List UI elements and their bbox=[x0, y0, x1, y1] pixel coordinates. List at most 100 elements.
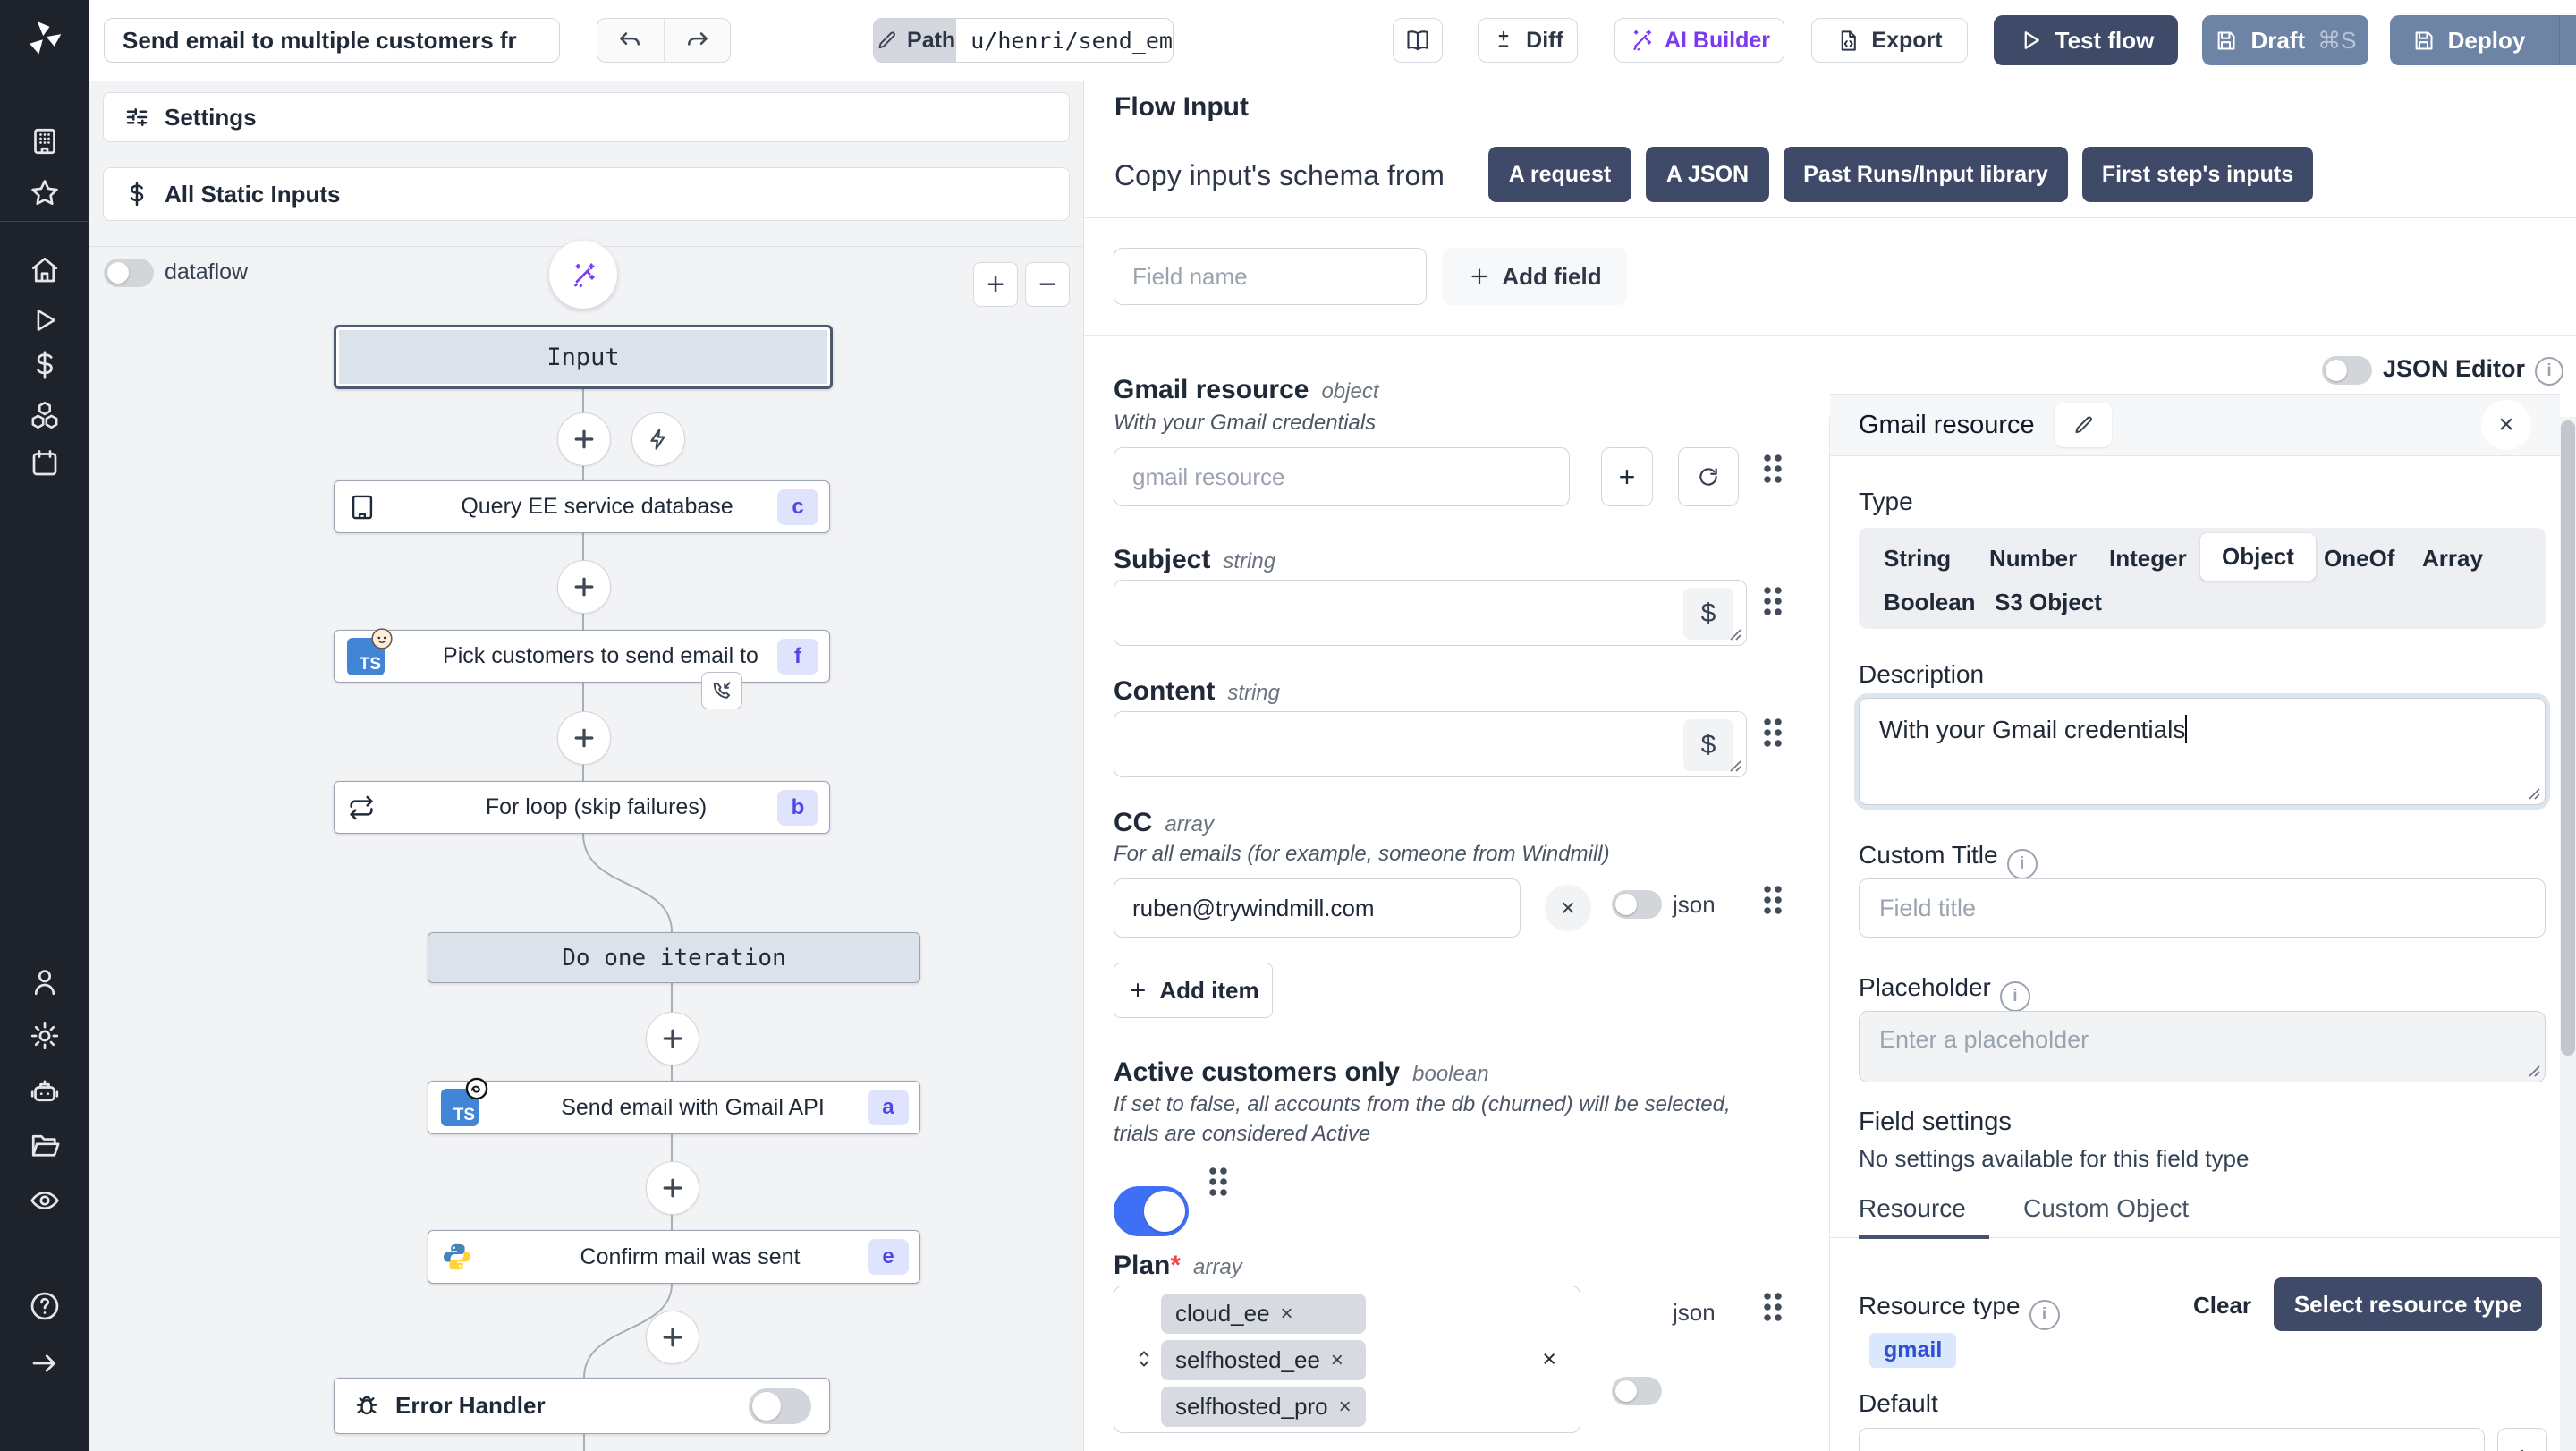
copy-from-request-button[interactable]: A request bbox=[1488, 147, 1631, 202]
audit-eye-icon[interactable] bbox=[27, 1183, 63, 1218]
test-flow-button[interactable]: Test flow bbox=[1994, 15, 2178, 65]
content-textarea[interactable]: $ bbox=[1114, 711, 1747, 777]
remove-tag-icon[interactable]: × bbox=[1339, 1395, 1352, 1420]
active-customers-toggle[interactable] bbox=[1114, 1186, 1189, 1236]
add-trigger-button[interactable] bbox=[631, 412, 685, 466]
resource-type-badge[interactable]: gmail bbox=[1869, 1333, 1956, 1368]
deploy-button[interactable]: Deploy bbox=[2390, 15, 2546, 65]
info-icon[interactable]: i bbox=[2535, 357, 2563, 386]
flow-node-query[interactable]: Query EE service database c bbox=[334, 480, 830, 533]
runs-icon[interactable] bbox=[27, 302, 63, 338]
resources-icon[interactable] bbox=[27, 397, 63, 433]
info-icon[interactable]: i bbox=[2029, 1300, 2060, 1330]
edit-title-button[interactable] bbox=[2055, 403, 2112, 447]
drag-handle[interactable] bbox=[1762, 1291, 1784, 1323]
schedules-calendar-icon[interactable] bbox=[27, 445, 63, 481]
clear-all-tags-button[interactable]: × bbox=[1542, 1345, 1556, 1373]
drag-handle[interactable] bbox=[1762, 453, 1784, 485]
remove-tag-icon[interactable]: × bbox=[1331, 1348, 1343, 1373]
flow-node-send-email[interactable]: TS Send email with Gmail API a bbox=[428, 1081, 920, 1134]
field-name-input[interactable]: Field name bbox=[1114, 248, 1427, 305]
flow-node-input[interactable]: Input bbox=[334, 325, 833, 389]
resize-handle[interactable] bbox=[2527, 1064, 2541, 1078]
undo-button[interactable] bbox=[597, 19, 665, 62]
plan-tag[interactable]: selfhosted_ee× bbox=[1161, 1340, 1366, 1380]
plan-tag[interactable]: cloud_ee× bbox=[1161, 1294, 1366, 1334]
type-option-string[interactable]: String bbox=[1884, 545, 1951, 573]
resize-handle[interactable] bbox=[1728, 759, 1742, 773]
export-button[interactable]: Export bbox=[1811, 18, 1968, 63]
folders-icon[interactable] bbox=[27, 1127, 63, 1163]
flow-node-pick-customers[interactable]: TS Pick customers to send email to f bbox=[334, 630, 830, 683]
tab-resource[interactable]: Resource bbox=[1859, 1194, 1966, 1223]
flow-node-iteration[interactable]: Do one iteration bbox=[428, 932, 920, 983]
remove-cc-item-button[interactable]: × bbox=[1545, 885, 1591, 931]
flow-node-confirm[interactable]: Confirm mail was sent e bbox=[428, 1230, 920, 1284]
resize-handle[interactable] bbox=[1728, 627, 1742, 641]
cc-item-input[interactable]: ruben@trywindmill.com bbox=[1114, 878, 1521, 938]
home-icon[interactable] bbox=[27, 252, 63, 288]
path-input[interactable]: u/henri/send_em bbox=[956, 19, 1173, 62]
info-icon[interactable]: i bbox=[2000, 981, 2030, 1012]
insert-variable-button[interactable]: $ bbox=[1683, 719, 1733, 771]
sort-handle[interactable] bbox=[1132, 1292, 1163, 1426]
add-item-button[interactable]: Add item bbox=[1114, 963, 1273, 1018]
phone-incoming-icon[interactable] bbox=[701, 672, 742, 709]
refresh-resource-button[interactable] bbox=[1678, 447, 1739, 506]
clear-resource-button[interactable]: Clear bbox=[2193, 1292, 2251, 1319]
add-step-button[interactable] bbox=[557, 711, 611, 765]
path-edit-button[interactable]: Path bbox=[874, 19, 956, 62]
variables-icon[interactable] bbox=[27, 347, 63, 383]
draft-button[interactable]: Draft ⌘S bbox=[2202, 15, 2368, 65]
add-step-button[interactable] bbox=[646, 1161, 699, 1215]
type-option-array[interactable]: Array bbox=[2422, 545, 2483, 573]
gmail-resource-input[interactable]: gmail resource bbox=[1114, 447, 1570, 506]
copy-from-past-runs-button[interactable]: Past Runs/Input library bbox=[1784, 147, 2068, 202]
drag-handle[interactable] bbox=[1762, 585, 1784, 617]
windmill-logo-icon[interactable] bbox=[21, 14, 68, 61]
user-icon[interactable] bbox=[27, 964, 63, 1000]
placeholder-textarea[interactable]: Enter a placeholder bbox=[1859, 1011, 2546, 1082]
info-icon[interactable]: i bbox=[2007, 849, 2038, 879]
deploy-dropdown-button[interactable] bbox=[2572, 15, 2576, 65]
add-field-button[interactable]: Add field bbox=[1443, 248, 1627, 305]
type-option-number[interactable]: Number bbox=[1989, 545, 2077, 573]
type-option-object-selected[interactable]: Object bbox=[2200, 533, 2316, 581]
add-step-button[interactable] bbox=[557, 560, 611, 614]
copy-from-json-button[interactable]: A JSON bbox=[1646, 147, 1769, 202]
drag-handle[interactable] bbox=[1762, 884, 1784, 916]
remove-tag-icon[interactable]: × bbox=[1281, 1302, 1293, 1327]
diff-button[interactable]: Diff bbox=[1478, 18, 1578, 63]
ai-builder-button[interactable]: AI Builder bbox=[1614, 18, 1784, 63]
help-icon[interactable] bbox=[27, 1288, 63, 1324]
add-step-button[interactable] bbox=[646, 1012, 699, 1065]
default-add-button[interactable]: + bbox=[2497, 1428, 2547, 1451]
type-option-integer[interactable]: Integer bbox=[2109, 545, 2187, 573]
favorites-star-icon[interactable] bbox=[27, 175, 63, 211]
close-editor-button[interactable]: × bbox=[2481, 400, 2531, 450]
custom-title-input[interactable]: Field title bbox=[1859, 878, 2546, 938]
select-resource-type-button[interactable]: Select resource type bbox=[2274, 1277, 2542, 1331]
subject-textarea[interactable]: $ bbox=[1114, 580, 1747, 646]
insert-variable-button[interactable]: $ bbox=[1683, 588, 1733, 640]
docs-button[interactable] bbox=[1393, 18, 1443, 63]
add-step-button[interactable] bbox=[646, 1311, 699, 1364]
json-editor-toggle[interactable] bbox=[2322, 356, 2372, 385]
default-resource-input[interactable] bbox=[1859, 1428, 2485, 1451]
flow-node-forloop[interactable]: For loop (skip failures) b bbox=[334, 781, 830, 834]
drag-handle[interactable] bbox=[1208, 1166, 1229, 1198]
flow-title-input[interactable]: Send email to multiple customers fr bbox=[104, 18, 560, 63]
error-handler-toggle[interactable] bbox=[749, 1388, 811, 1424]
type-option-s3object[interactable]: S3 Object bbox=[1995, 589, 2102, 616]
flow-node-error-handler[interactable]: Error Handler bbox=[334, 1378, 830, 1434]
description-textarea[interactable]: With your Gmail credentials bbox=[1859, 698, 2546, 805]
plan-json-toggle[interactable] bbox=[1612, 1377, 1662, 1405]
collapse-arrow-icon[interactable] bbox=[27, 1345, 63, 1381]
tab-custom-object[interactable]: Custom Object bbox=[2023, 1194, 2189, 1223]
add-step-button[interactable] bbox=[557, 412, 611, 466]
add-resource-button[interactable]: + bbox=[1601, 447, 1653, 506]
type-option-oneof[interactable]: OneOf bbox=[2324, 545, 2394, 573]
workers-robot-icon[interactable] bbox=[27, 1073, 63, 1109]
plan-multiselect[interactable]: cloud_ee× selfhosted_ee× selfhosted_pro×… bbox=[1114, 1286, 1580, 1433]
workspace-icon[interactable] bbox=[27, 123, 63, 159]
